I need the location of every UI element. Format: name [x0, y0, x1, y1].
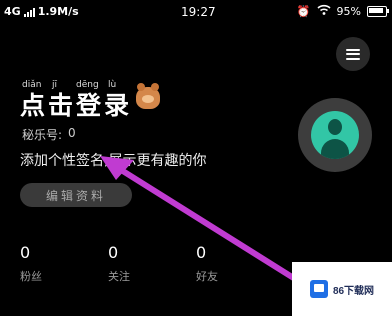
- edit-profile-button[interactable]: 编辑资料: [20, 183, 132, 207]
- hamburger-icon: [346, 48, 360, 60]
- stat-fans-label: 粉丝: [20, 270, 42, 283]
- status-bar: 4G 1.9M/s 19:27 ⏰ 95%: [0, 0, 392, 24]
- alarm-icon: ⏰: [296, 4, 311, 18]
- stat-following-value: 0: [108, 243, 119, 262]
- status-bar-right: ⏰ 95%: [296, 4, 389, 18]
- user-id-row: 秘乐号: 0: [22, 126, 76, 143]
- stat-fans-value: 0: [20, 243, 31, 262]
- stat-following-label: 关注: [108, 270, 130, 283]
- menu-button[interactable]: [336, 37, 370, 71]
- login-title[interactable]: 点击登录: [20, 86, 132, 122]
- user-avatar-icon: [311, 111, 359, 159]
- user-id-value: 0: [68, 126, 76, 140]
- clock: 19:27: [181, 5, 216, 19]
- network-type: 4G: [4, 5, 21, 18]
- wifi-icon: [317, 4, 331, 18]
- hamster-emoji-icon: [136, 83, 160, 109]
- signal-icon: [23, 7, 35, 17]
- signature-text[interactable]: 添加个性签名,展示更有趣的你: [20, 150, 206, 170]
- stat-following[interactable]: 0 关注: [108, 243, 130, 284]
- watermark-logo-icon: [309, 280, 328, 298]
- status-bar-left: 4G 1.9M/s: [4, 5, 79, 18]
- battery-icon: [367, 5, 389, 17]
- battery-percent: 95%: [336, 4, 361, 18]
- watermark-text: 86下载网: [332, 285, 375, 297]
- watermark: 86下载网: [292, 262, 392, 316]
- stat-friends-label: 好友: [196, 270, 218, 283]
- user-id-label: 秘乐号:: [22, 128, 63, 142]
- network-speed: 1.9M/s: [37, 5, 79, 18]
- stat-friends-value: 0: [196, 243, 207, 262]
- stat-fans[interactable]: 0 粉丝: [20, 243, 42, 284]
- stat-friends[interactable]: 0 好友: [196, 243, 218, 284]
- avatar[interactable]: [298, 98, 372, 172]
